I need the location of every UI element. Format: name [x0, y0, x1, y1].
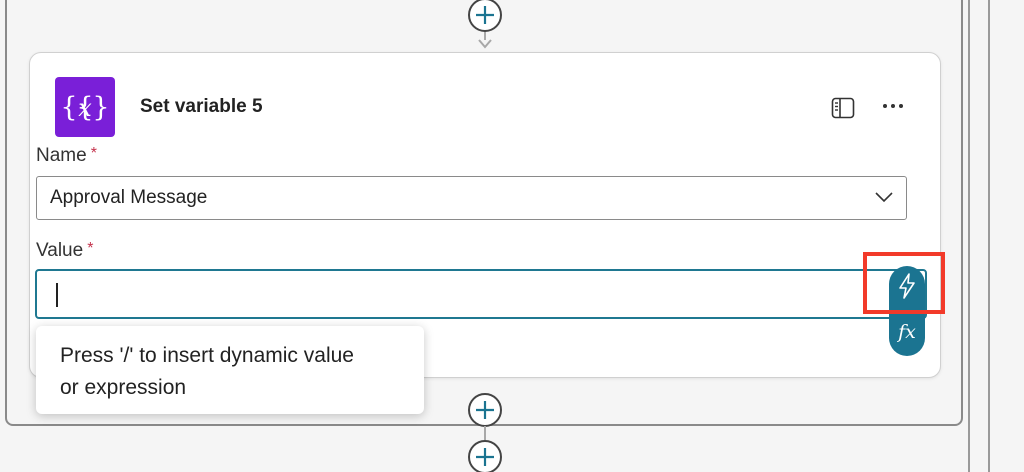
insert-step-button-bottom[interactable] — [468, 440, 502, 472]
tooltip-line-1: Press '/' to insert dynamic value — [60, 344, 354, 367]
details-pane-button[interactable] — [830, 95, 856, 121]
canvas-divider — [988, 0, 990, 472]
svg-text:{: { — [60, 92, 77, 123]
svg-text:}: } — [92, 92, 109, 123]
canvas-divider — [968, 0, 970, 472]
more-options-button[interactable] — [878, 93, 908, 119]
card-title: Set variable 5 — [140, 96, 263, 117]
lightning-icon — [899, 273, 915, 299]
required-asterisk: * — [87, 240, 94, 257]
dynamic-content-button[interactable] — [889, 266, 925, 306]
dynamic-value-tooltip: Press '/' to insert dynamic value or exp… — [36, 326, 424, 414]
required-asterisk: * — [90, 145, 97, 162]
plus-icon — [476, 6, 494, 24]
connector-line — [484, 426, 486, 440]
name-dropdown-value: Approval Message — [50, 187, 208, 208]
flow-canvas: { x } { Set variable 5 Name * Approval M… — [0, 0, 1024, 472]
name-dropdown[interactable]: Approval Message — [36, 176, 907, 220]
value-field-label: Value * — [36, 240, 94, 261]
value-input[interactable] — [35, 269, 927, 319]
fx-icon: fx — [898, 321, 916, 343]
chevron-down-icon — [875, 192, 893, 203]
expression-button[interactable]: fx — [889, 312, 925, 352]
insert-step-button-inner[interactable] — [468, 393, 502, 427]
side-panel-icon — [831, 97, 855, 119]
svg-text:x: x — [78, 94, 92, 122]
plus-icon — [476, 448, 494, 466]
ellipsis-icon — [883, 104, 903, 108]
tooltip-line-2: or expression — [60, 376, 187, 399]
arrow-down-icon — [478, 39, 492, 49]
plus-icon — [476, 401, 494, 419]
name-field-label: Name * — [36, 145, 97, 166]
variable-braces-icon: { x } { — [55, 77, 115, 137]
text-caret — [56, 283, 58, 307]
